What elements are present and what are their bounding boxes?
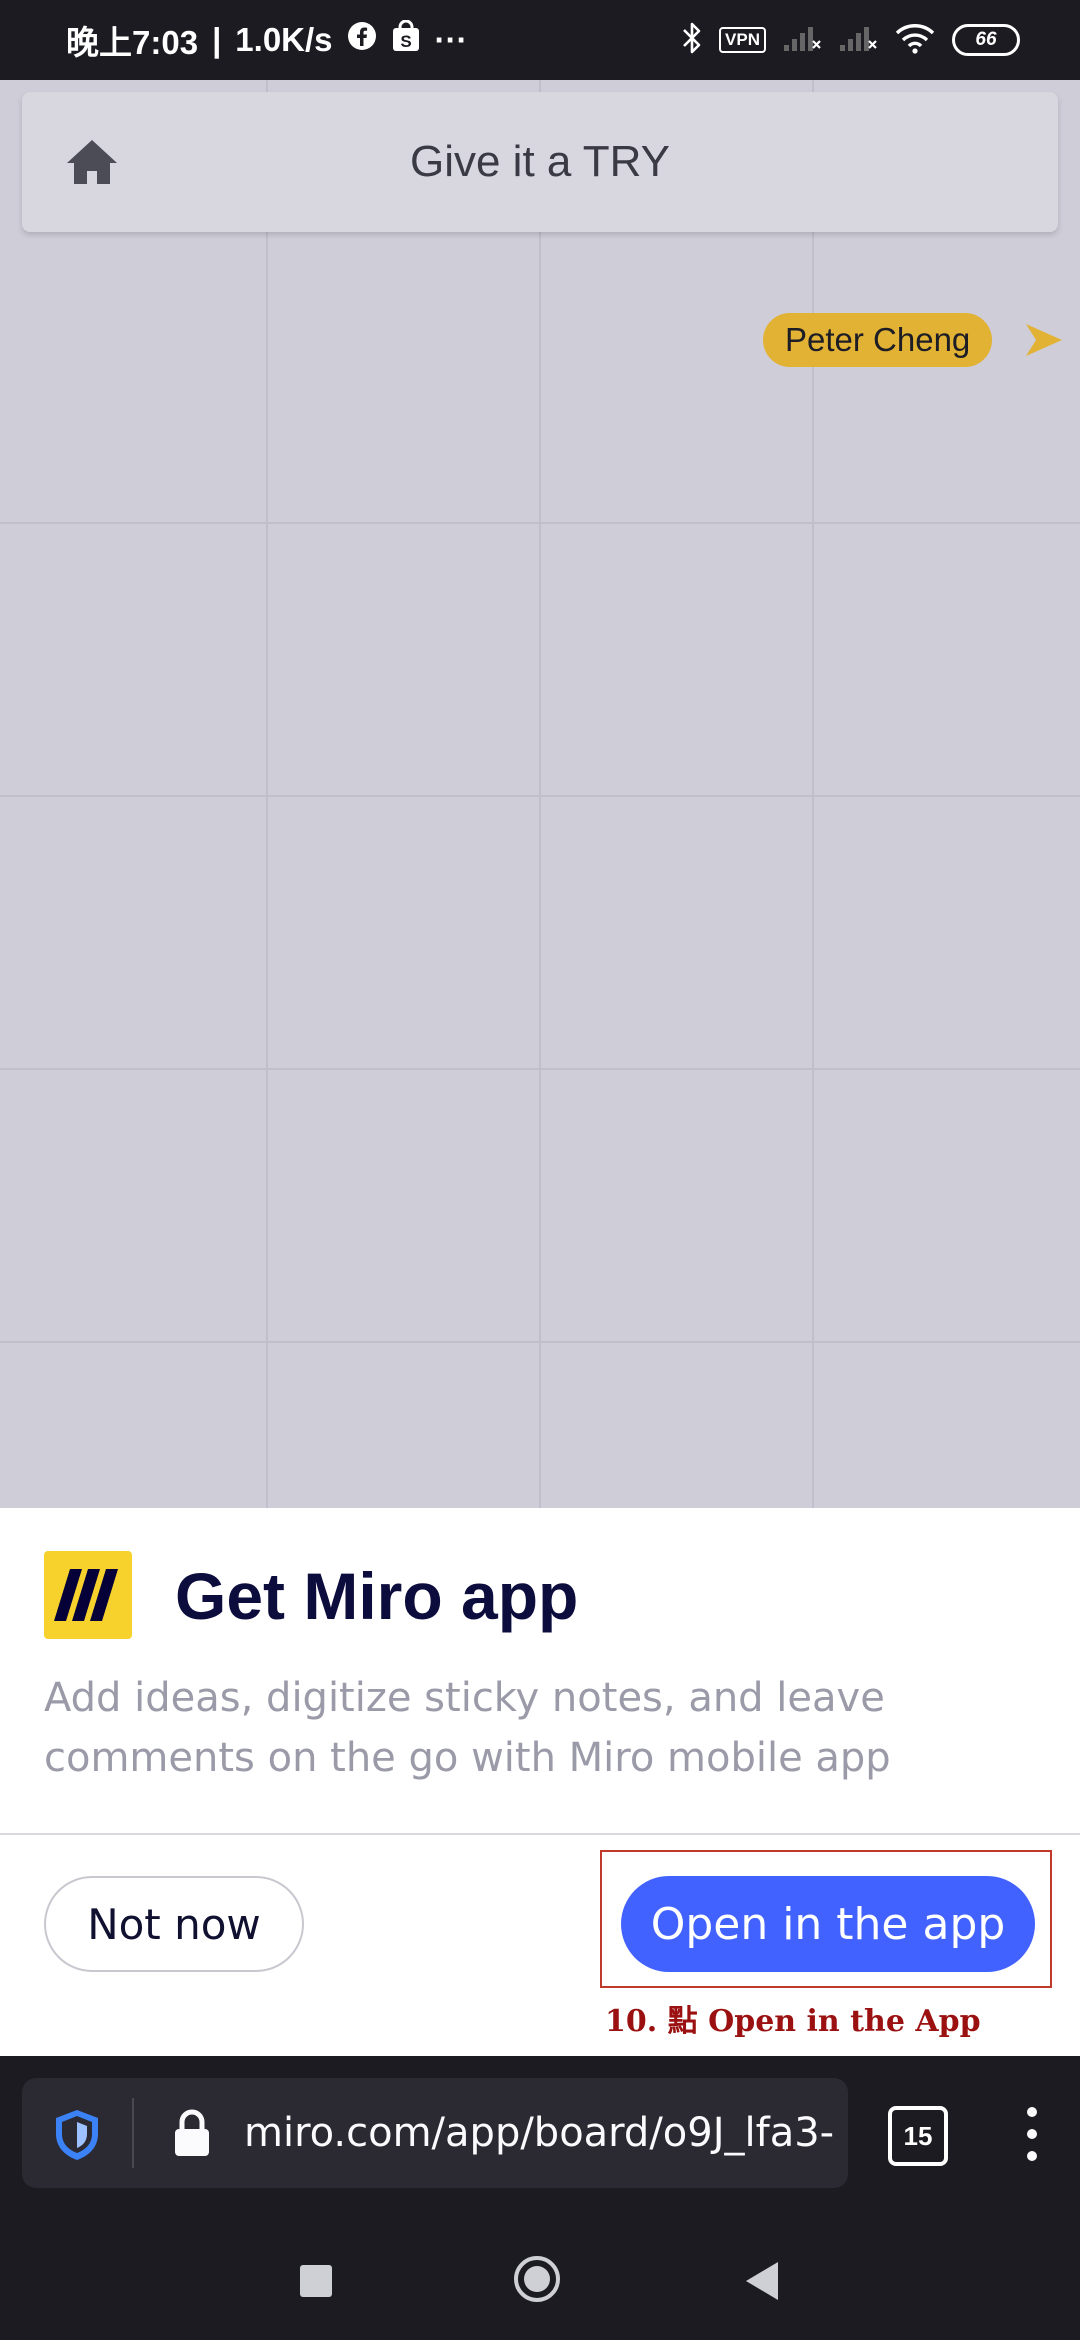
grid-line xyxy=(0,522,1080,524)
url-text[interactable]: miro.com/app/board/o9J_lfa3-QO xyxy=(244,2078,834,2188)
shield-icon[interactable] xyxy=(52,2108,102,2162)
collaborator-cursor-label: Peter Cheng xyxy=(763,313,993,367)
wifi-icon xyxy=(894,22,936,59)
home-icon xyxy=(67,140,117,184)
annotation-label: 10. 點 Open in the App xyxy=(605,2004,981,2039)
back-triangle-icon[interactable] xyxy=(742,2260,782,2302)
sheet-divider xyxy=(0,1833,1080,1835)
grid-line xyxy=(0,1068,1080,1070)
board-header-card: Give it a TRY xyxy=(22,92,1058,232)
open-in-app-button[interactable]: Open in the app xyxy=(621,1876,1035,1972)
sheet-description: Add ideas, digitize sticky notes, and le… xyxy=(44,1675,891,1781)
address-bar[interactable]: miro.com/app/board/o9J_lfa3-QO xyxy=(22,2078,848,2188)
vpn-badge: VPN xyxy=(719,27,766,53)
sheet-title: Get Miro app xyxy=(175,1559,579,1633)
status-separator: | xyxy=(212,21,222,58)
status-more-indicator: ··· xyxy=(434,21,468,58)
signal-icon-sim2 xyxy=(838,23,878,58)
shopping-bag-icon: S xyxy=(391,19,421,60)
board-canvas[interactable]: Give it a TRY Peter Cheng xyxy=(0,80,1080,1510)
signal-icon-sim1 xyxy=(782,23,822,58)
not-now-button[interactable]: Not now xyxy=(44,1876,304,1972)
svg-text:S: S xyxy=(400,32,411,51)
collaborator-cursor-arrow-icon xyxy=(1026,324,1062,356)
browser-toolbar: miro.com/app/board/o9J_lfa3-QO 15 xyxy=(0,2056,1080,2220)
facebook-icon xyxy=(347,21,377,59)
system-navigation-bar xyxy=(0,2220,1080,2340)
board-title: Give it a TRY xyxy=(409,137,671,186)
battery-indicator: 66 xyxy=(952,24,1020,56)
status-bar: 晚上7:03 | 1.0K/s S ··· VPN 66 xyxy=(0,0,1080,80)
get-app-sheet: Get Miro app Add ideas, digitize sticky … xyxy=(0,1508,1080,2056)
lock-icon[interactable] xyxy=(172,2108,212,2158)
grid-line xyxy=(0,795,1080,797)
recents-button[interactable] xyxy=(300,2265,332,2297)
home-button[interactable] xyxy=(62,132,122,192)
grid-line xyxy=(0,1341,1080,1343)
bluetooth-icon xyxy=(681,21,703,60)
status-net-speed: 1.0K/s xyxy=(235,21,333,58)
address-bar-divider xyxy=(132,2098,134,2168)
status-time: 晚上7:03 xyxy=(66,24,199,61)
status-right: VPN 66 xyxy=(681,0,1020,80)
kebab-menu-icon[interactable] xyxy=(1018,2102,1046,2166)
miro-logo-icon xyxy=(44,1551,132,1639)
tabs-counter-button[interactable]: 15 xyxy=(888,2106,948,2166)
home-circle-icon[interactable] xyxy=(512,2254,562,2304)
status-left: 晚上7:03 | 1.0K/s S ··· xyxy=(66,0,468,80)
